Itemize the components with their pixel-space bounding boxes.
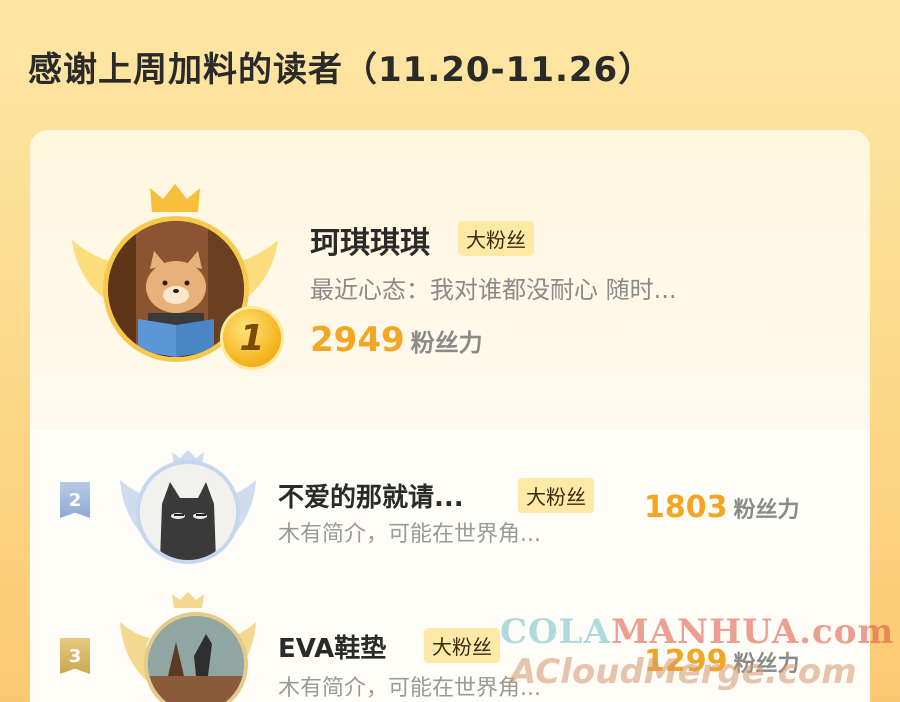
reader-1-score-value: 2949 [310, 320, 405, 360]
reader-1-score-unit: 粉丝力 [410, 329, 483, 357]
page-title: 感谢上周加料的读者（11.20-11.26） [28, 50, 654, 90]
reader-2-fan-badge: 大粉丝 [518, 478, 594, 513]
crown-icon [150, 184, 200, 212]
reader-1-fan-badge: 大粉丝 [458, 221, 534, 256]
reader-2-name[interactable]: 不爱的那就请... [278, 477, 464, 514]
reader-3-fan-badge: 大粉丝 [424, 628, 500, 663]
black-cat-avatar[interactable] [136, 460, 240, 564]
reader-2-score-value: 1803 [644, 490, 728, 525]
rank-1-badge: 1 [220, 306, 284, 370]
watermark-colamanhua: COLAMANHUA.com [500, 612, 894, 652]
top-reader-block[interactable]: 1 珂琪琪琪 大粉丝 最近心态：我对谁都没耐心 随时... 2949 粉丝力 [30, 130, 870, 430]
reader-3-bio: 木有简介，可能在世界角... [278, 676, 541, 701]
reader-2-score-unit: 粉丝力 [733, 498, 800, 523]
reader-2-bio: 木有简介，可能在世界角... [278, 522, 541, 547]
watermark-manhua-text: MANHUA.com [610, 612, 895, 652]
reader-1-score: 2949 粉丝力 [310, 320, 483, 360]
rank-2-marker: 2 [60, 482, 90, 518]
watermark-cola-text: COLA [500, 612, 611, 652]
reader-3-name[interactable]: EVA鞋垫 [278, 628, 386, 665]
rank-1-avatar-frame: 1 [70, 178, 284, 378]
watermark-acloudmerge: ACloudMerge.com [510, 652, 857, 692]
reader-1-name[interactable]: 珂琪琪琪 [310, 218, 430, 262]
reader-2-score: 1803 粉丝力 [644, 490, 800, 525]
reader-1-bio: 最近心态：我对谁都没耐心 随时... [310, 276, 677, 304]
rank-3-marker: 3 [60, 638, 90, 674]
